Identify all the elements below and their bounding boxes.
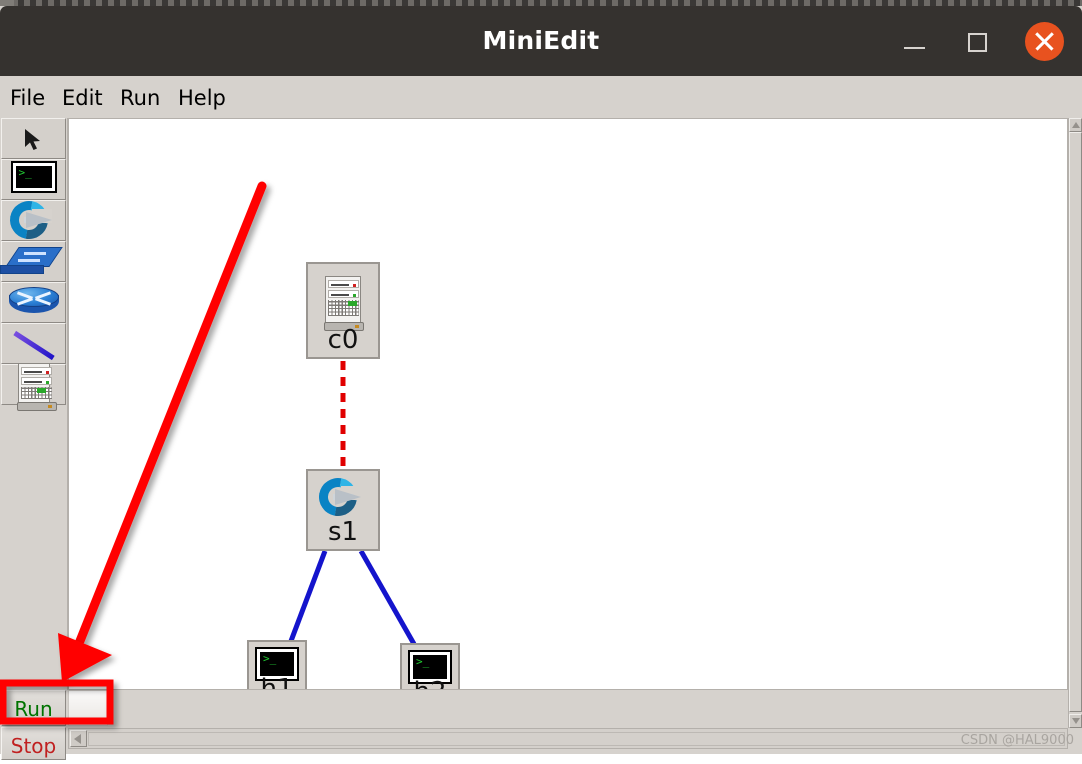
scroll-down-arrow-icon[interactable] [1069, 714, 1082, 728]
link-line-icon [12, 330, 56, 361]
scroll-up-arrow-icon[interactable] [1069, 118, 1082, 132]
node-label-h2: h2 [402, 677, 458, 689]
menu-item-help[interactable]: Help [178, 76, 226, 118]
switch-tool-button[interactable] [0, 241, 66, 282]
vertical-scroll-thumb[interactable] [1069, 132, 1082, 712]
node-label-s1: s1 [327, 517, 359, 547]
horizontal-scrollbar[interactable] [68, 728, 1068, 749]
node-h1[interactable]: h1 [247, 640, 307, 690]
watermark-text: CSDN @HAL9000 [960, 733, 1074, 748]
vertical-scrollbar[interactable] [1068, 118, 1082, 728]
router-icon [7, 287, 61, 321]
tool-palette [0, 118, 68, 690]
switch-icon [0, 245, 63, 281]
controller-swirl-icon [311, 470, 369, 524]
terminal-icon [10, 161, 57, 193]
link-s1-h1 [288, 550, 328, 642]
scroll-left-arrow-icon[interactable] [70, 730, 87, 747]
run-status-field [68, 690, 108, 726]
link-tool-button[interactable] [1, 323, 66, 364]
miniedit-window: MiniEdit File Edit Run Help >_ c0 s1 >_ … [0, 6, 1082, 760]
legacy-router-tool-button[interactable] [1, 282, 66, 323]
controller-swirl-icon [2, 193, 60, 247]
host-tool-button[interactable] [1, 159, 66, 200]
node-s1[interactable]: s1 [306, 469, 380, 551]
maximize-button[interactable] [960, 24, 994, 58]
menu-item-run[interactable]: Run [120, 76, 160, 118]
run-button[interactable]: Run [1, 690, 66, 726]
node-c0[interactable]: c0 [306, 262, 380, 359]
select-tool-button[interactable] [1, 118, 66, 159]
node-label-h1: h1 [260, 674, 294, 690]
controller-tool-button[interactable] [1, 193, 66, 247]
close-button[interactable] [1025, 22, 1064, 61]
horizontal-scroll-track[interactable] [88, 732, 1065, 746]
node-h2[interactable]: h2 [400, 643, 460, 689]
link-layer [288, 361, 417, 646]
cursor-arrow-icon [24, 128, 44, 152]
server-tower-icon [16, 363, 57, 411]
netlink-tool-button[interactable] [1, 363, 66, 411]
stop-button[interactable]: Stop [1, 727, 66, 760]
server-tower-icon [324, 276, 364, 331]
menu-bar: File Edit Run Help [0, 76, 1082, 119]
menu-item-file[interactable]: File [10, 76, 45, 118]
title-bar: MiniEdit [0, 6, 1082, 76]
node-label-c0: c0 [327, 325, 359, 355]
menu-item-edit[interactable]: Edit [62, 76, 103, 118]
topology-canvas[interactable]: c0 s1 h1 h2 [68, 118, 1068, 690]
minimize-button[interactable] [898, 24, 932, 58]
link-s1-h2 [358, 549, 417, 646]
